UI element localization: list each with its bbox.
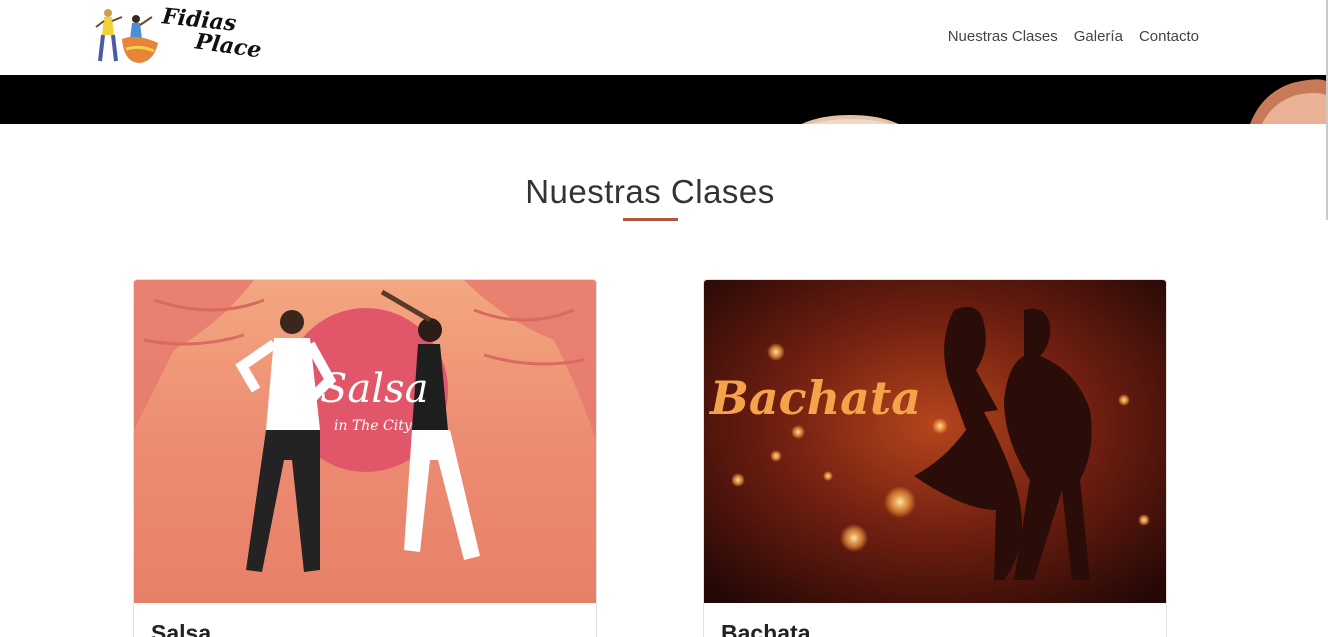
nav-link-galeria[interactable]: Galería [1074, 28, 1123, 45]
nav-menu: Nuestras Clases Galería Contacto [948, 28, 1199, 45]
logo[interactable]: Fidias Place [94, 3, 263, 67]
card-title: Salsa [151, 620, 212, 637]
hero-image [0, 75, 1326, 124]
bachata-image: Bachata [704, 280, 1166, 603]
hero-carousel-strip [0, 75, 1326, 124]
brand-name-line2: Place [193, 28, 264, 64]
nav-link-nuestras-clases[interactable]: Nuestras Clases [948, 28, 1058, 45]
class-card-salsa[interactable]: Salsa in The City Salsa [133, 279, 597, 637]
nav-link-contacto[interactable]: Contacto [1139, 28, 1199, 45]
salsa-image-text: Salsa [320, 366, 428, 412]
salsa-image: Salsa in The City [134, 280, 596, 603]
bachata-image-text: Bachata [708, 371, 921, 425]
dancers-logo-icon [95, 9, 158, 63]
title-underline [623, 218, 678, 221]
section-title: Nuestras Clases [525, 173, 775, 210]
navbar: Fidias Place Nuestras Clases Galería Con… [0, 0, 1326, 75]
salsa-image-subtext: in The City [334, 418, 413, 434]
card-title: Bachata [721, 620, 811, 637]
class-card-bachata[interactable]: Bachata Bachata [703, 279, 1167, 637]
